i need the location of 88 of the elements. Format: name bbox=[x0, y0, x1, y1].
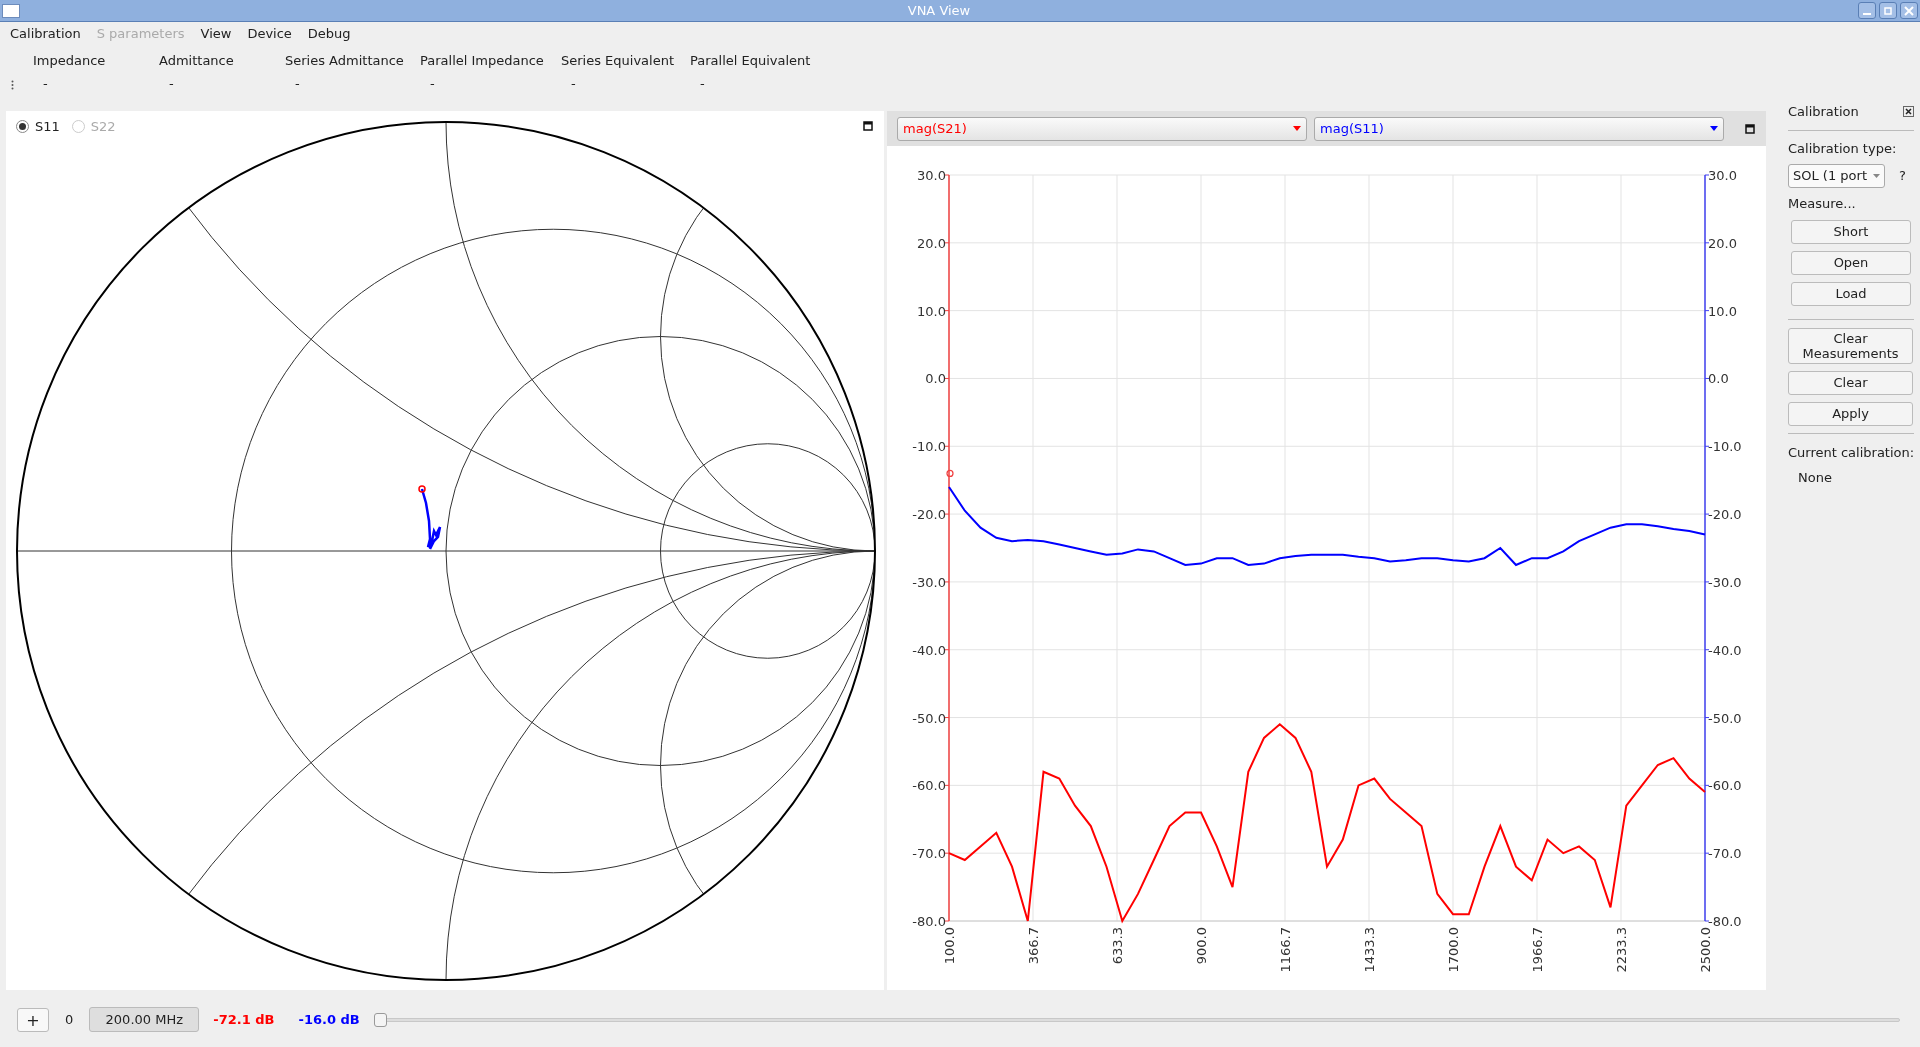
close-icon bbox=[1904, 5, 1914, 16]
tick-label: 10.0 bbox=[1708, 303, 1737, 319]
column-heading: Parallel Impedance bbox=[420, 52, 544, 70]
close-icon[interactable] bbox=[1903, 106, 1914, 118]
reading-label: -16.0 dB bbox=[298, 1010, 360, 1029]
menu-item[interactable]: View bbox=[192, 24, 240, 44]
tick-label: 10.0 bbox=[917, 303, 946, 319]
tick-label: 0.0 bbox=[1708, 371, 1729, 387]
add-button[interactable]: + bbox=[17, 1007, 49, 1032]
field-label: Calibration type: bbox=[1788, 139, 1897, 158]
menu-item[interactable]: Device bbox=[239, 24, 300, 44]
tick-label: 2500.0 bbox=[1698, 927, 1713, 973]
maximize-icon bbox=[1883, 5, 1893, 16]
app-icon bbox=[2, 3, 20, 18]
tick-label: 366.7 bbox=[1026, 927, 1041, 965]
calibration-status: None bbox=[1798, 469, 1832, 487]
tick-label: 20.0 bbox=[917, 235, 946, 251]
column-value: - bbox=[168, 74, 174, 93]
field-label: Measure... bbox=[1788, 195, 1856, 213]
calibration-type-dropdown[interactable]: SOL (1 port bbox=[1788, 164, 1885, 188]
tick-label: -20.0 bbox=[912, 507, 946, 523]
minimize-button[interactable] bbox=[1858, 2, 1876, 19]
slider-thumb[interactable] bbox=[373, 1012, 387, 1027]
column-value: - bbox=[429, 74, 435, 93]
tick-label: -20.0 bbox=[1708, 507, 1742, 523]
column-value: - bbox=[699, 74, 705, 93]
tick-label: 20.0 bbox=[1708, 235, 1737, 251]
dock-title: Calibration bbox=[1788, 103, 1859, 121]
radio-button[interactable]: S11 bbox=[16, 117, 60, 137]
marker-icon bbox=[946, 469, 954, 477]
tick-label: 2233.3 bbox=[1614, 927, 1629, 973]
column-heading: Admittance bbox=[159, 52, 234, 70]
tick-label: 30.0 bbox=[917, 168, 946, 183]
tick-label: 1433.3 bbox=[1362, 927, 1377, 973]
marker-index: 0 bbox=[65, 1010, 74, 1029]
tick-label: -80.0 bbox=[912, 914, 946, 929]
column-value: - bbox=[570, 74, 576, 93]
column-heading: Impedance bbox=[33, 52, 106, 70]
maximize-button[interactable] bbox=[1879, 2, 1897, 19]
tick-label: -30.0 bbox=[912, 574, 946, 590]
maximize-icon[interactable] bbox=[1745, 123, 1755, 134]
tick-label: -50.0 bbox=[912, 710, 946, 726]
caret-icon bbox=[1710, 126, 1718, 131]
tick-label: 900.0 bbox=[1194, 927, 1209, 965]
tick-label: 1700.0 bbox=[1446, 927, 1461, 973]
drag-handle-icon[interactable] bbox=[11, 80, 14, 90]
reading-label: -72.1 dB bbox=[213, 1010, 275, 1029]
caret-icon bbox=[1873, 174, 1880, 178]
column-heading: Series Admittance bbox=[285, 52, 404, 70]
close-button[interactable] bbox=[1900, 2, 1918, 19]
tick-label: 100.0 bbox=[942, 927, 957, 965]
action-button[interactable]: Clear Measurements bbox=[1788, 327, 1913, 364]
tick-label: 1966.7 bbox=[1530, 927, 1545, 973]
field-label: Current calibration: bbox=[1788, 443, 1915, 462]
tick-label: -60.0 bbox=[912, 778, 946, 794]
tick-label: -50.0 bbox=[1708, 710, 1742, 726]
minimize-icon bbox=[1863, 12, 1871, 15]
column-heading: Series Equivalent bbox=[561, 52, 675, 70]
maximize-icon[interactable] bbox=[863, 121, 873, 131]
tick-label: -10.0 bbox=[1708, 439, 1742, 455]
column-value: - bbox=[294, 74, 300, 93]
measure-button[interactable]: Open bbox=[1791, 250, 1911, 275]
action-button[interactable]: Clear bbox=[1788, 370, 1913, 395]
window-title: VNA View bbox=[907, 1, 971, 20]
tick-label: -80.0 bbox=[1708, 914, 1742, 929]
trace-dropdown[interactable]: mag(S11) bbox=[1314, 116, 1724, 141]
slider[interactable] bbox=[373, 1012, 1900, 1027]
tick-label: 0.0 bbox=[925, 371, 946, 387]
menu-item[interactable]: Calibration bbox=[2, 24, 89, 44]
column-value: - bbox=[42, 74, 48, 93]
caret-icon bbox=[1293, 126, 1301, 131]
tick-label: 633.3 bbox=[1110, 927, 1125, 965]
tick-label: -60.0 bbox=[1708, 778, 1742, 794]
tick-label: 30.0 bbox=[1708, 168, 1737, 183]
frequency-button[interactable]: 200.00 MHz bbox=[89, 1007, 200, 1032]
measure-button[interactable]: Load bbox=[1791, 281, 1911, 306]
column-heading: Parallel Equivalent bbox=[690, 52, 811, 70]
menu-item[interactable]: Debug bbox=[299, 24, 359, 44]
tick-label: -10.0 bbox=[912, 439, 946, 455]
tick-label: -40.0 bbox=[912, 642, 946, 658]
action-button[interactable]: Apply bbox=[1788, 401, 1913, 426]
tick-label: 1166.7 bbox=[1278, 927, 1293, 973]
tick-label: -40.0 bbox=[1708, 642, 1742, 658]
tick-label: -70.0 bbox=[1708, 846, 1742, 862]
tick-label: -70.0 bbox=[912, 846, 946, 862]
measure-button[interactable]: Short bbox=[1791, 219, 1911, 244]
tick-label: -30.0 bbox=[1708, 574, 1742, 590]
help-button[interactable]: ? bbox=[1899, 166, 1906, 186]
